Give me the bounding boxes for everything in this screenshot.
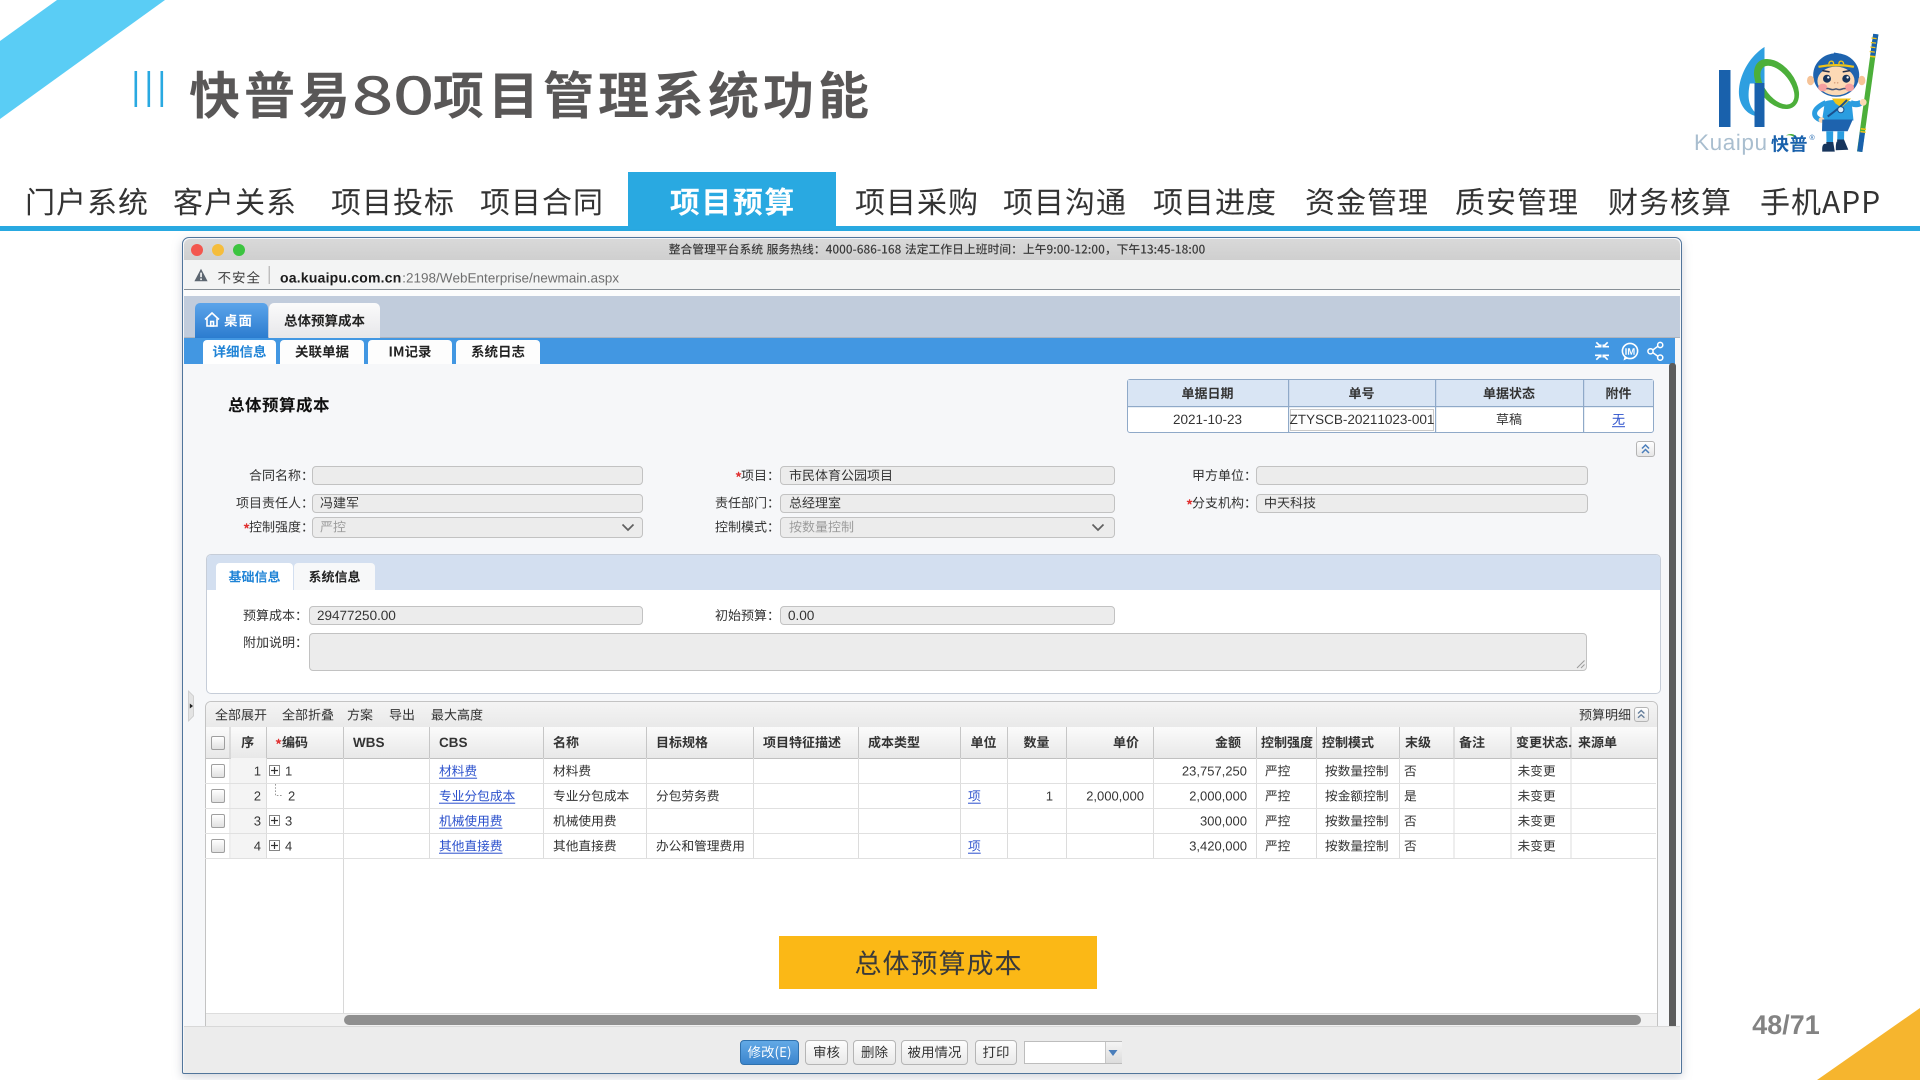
svg-text:®: ®	[1810, 134, 1816, 142]
